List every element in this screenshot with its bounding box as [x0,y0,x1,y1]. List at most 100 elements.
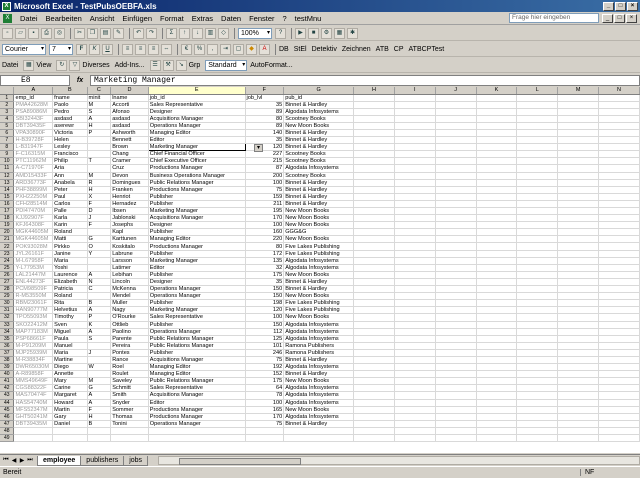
cell[interactable]: GHT50241M [13,413,54,421]
cell[interactable] [476,186,518,194]
cell[interactable] [516,242,559,251]
menu-testmnu[interactable]: testMnu [291,14,326,23]
cell[interactable] [476,242,518,251]
cell[interactable] [598,200,640,209]
cell[interactable] [353,356,395,365]
style-select[interactable]: Standard [205,59,248,71]
cell[interactable]: 150 [245,292,285,301]
cell[interactable] [353,377,395,386]
cell[interactable]: Martin [52,406,88,414]
row-header[interactable]: 38 [0,356,15,365]
cell[interactable] [516,363,559,372]
font-select[interactable]: Courier [2,43,46,55]
row-header[interactable]: 9 [0,150,15,159]
atb-button[interactable]: ATB [376,46,389,53]
cell[interactable]: Publisher [148,271,246,279]
cell[interactable] [598,370,640,379]
cell[interactable] [598,136,640,145]
menu-help[interactable]: ? [279,14,291,23]
cell[interactable] [598,356,640,365]
cell[interactable] [353,427,395,436]
cell[interactable] [557,150,600,159]
cell[interactable] [435,164,477,173]
cell[interactable]: Y-L77953M [13,264,54,272]
cell[interactable]: Marketing Manager [148,306,246,315]
cell[interactable] [435,328,477,336]
cell[interactable]: Productions Manager [148,413,246,421]
copy-icon[interactable]: ❐ [87,27,98,39]
italic-icon[interactable]: K [89,43,100,55]
cell[interactable]: Lesley [52,143,88,152]
cell[interactable] [435,285,477,294]
row-header[interactable]: 20 [0,228,15,237]
cell[interactable]: Bennett [110,136,149,145]
cell[interactable] [598,413,640,421]
row-header[interactable]: 35 [0,335,15,343]
cell[interactable] [516,377,559,386]
cell[interactable] [87,434,112,443]
cell[interactable] [13,434,54,443]
cell[interactable] [435,335,477,343]
cell[interactable] [87,427,112,436]
cell[interactable]: Sales Representative [148,384,246,393]
currency-icon[interactable]: € [181,43,192,55]
cell[interactable]: Carlos [52,200,88,209]
cell[interactable]: Acquisitions Manager [148,356,246,365]
cell[interactable] [557,384,600,393]
cell[interactable] [598,164,640,173]
cell[interactable]: 200 [245,172,285,180]
cell[interactable]: Binnet & Hardley [283,129,355,138]
cell[interactable] [435,391,477,400]
cell[interactable] [598,221,640,230]
cell[interactable]: Nagy [110,306,149,315]
cell[interactable]: RBM23061F [13,299,54,308]
cell[interactable] [557,377,600,386]
column-header[interactable]: L [516,87,559,95]
row-header[interactable]: 41 [0,377,15,386]
cell[interactable] [87,370,112,379]
cell[interactable]: Binnet & Hardley [283,179,355,187]
cell[interactable] [394,413,436,421]
cell[interactable]: M-R38834F [13,356,54,365]
cell[interactable] [435,420,477,428]
zoom-select[interactable]: 100% [238,27,272,39]
cell[interactable] [110,427,149,436]
cell[interactable]: 78 [245,391,285,400]
cell[interactable]: PMA42628M [13,101,54,109]
cell[interactable]: K [87,321,112,329]
row-header[interactable]: 32 [0,313,15,322]
cell[interactable] [476,377,518,386]
sort-desc-icon[interactable]: ↓ [192,27,203,39]
cell[interactable] [516,342,559,350]
cell[interactable]: 227 [245,150,285,159]
cell[interactable] [516,328,559,336]
cell[interactable] [435,172,477,180]
column-header[interactable]: D [110,87,149,95]
print-icon[interactable]: ⎙ [41,27,52,39]
cell[interactable]: L-B31947F [13,143,54,152]
cell[interactable] [476,434,518,443]
cell[interactable]: Lincoln [110,278,149,287]
cell[interactable]: MGK44605M [13,228,54,237]
cell[interactable] [557,363,600,372]
cell[interactable] [476,129,518,138]
cell[interactable]: A-C71970F [13,164,54,173]
cell[interactable] [598,179,640,187]
row-header[interactable]: 37 [0,349,15,357]
cell[interactable]: Operations Manager [148,285,246,294]
cell[interactable] [516,207,559,216]
cell[interactable] [476,313,518,322]
cell[interactable] [516,150,559,159]
cell[interactable] [516,108,559,116]
cell[interactable]: Y [87,250,112,258]
cell[interactable] [598,299,640,308]
cell[interactable] [87,136,112,145]
cell[interactable]: Public Relations Manager [148,179,246,187]
cell[interactable]: O [87,242,112,251]
cell[interactable]: JYL26161F [13,250,54,258]
cell[interactable]: Manuel [52,342,88,350]
cell[interactable] [516,356,559,365]
cell[interactable] [557,200,600,209]
cell[interactable]: Jablonski [110,214,149,223]
cell[interactable] [476,384,518,393]
